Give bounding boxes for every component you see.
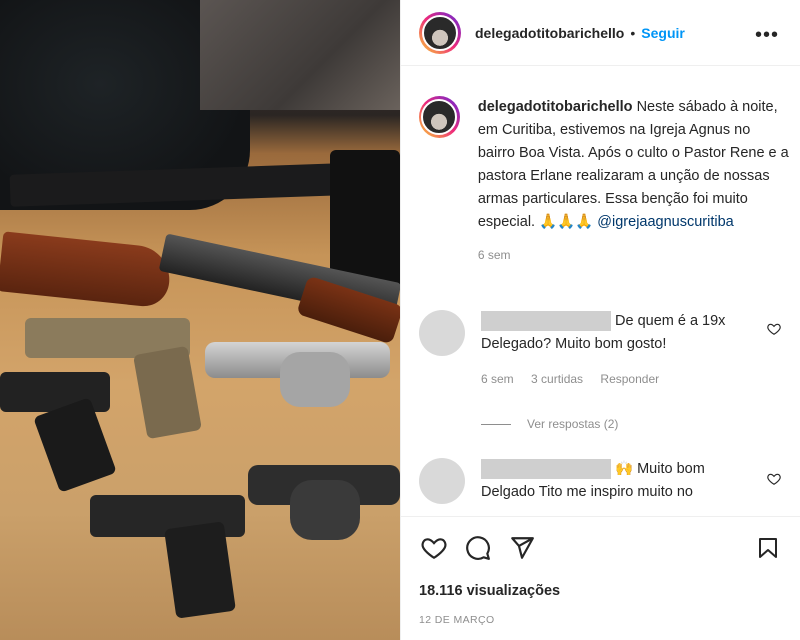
commenter-avatar[interactable]: [419, 310, 465, 356]
heart-icon: [421, 538, 447, 560]
caption-username[interactable]: delegadotitobarichello: [478, 99, 633, 115]
separator-dot: •: [630, 24, 636, 41]
like-button[interactable]: [419, 533, 449, 563]
comment-meta: 6 sem 3 curtidas Responder: [481, 368, 751, 391]
view-replies-label: Ver respostas (2): [527, 417, 619, 431]
redacted-username: [481, 459, 611, 480]
commenter-avatar[interactable]: [419, 458, 465, 504]
comment-item: 🙌 Muito bom Delgado Tito me inspiro muit…: [419, 458, 789, 504]
share-icon: [511, 537, 534, 559]
redacted-username: [481, 311, 611, 332]
reply-button[interactable]: Responder: [600, 372, 659, 386]
post-date: 12 DE MARÇO: [419, 614, 495, 626]
comment-body: De quem é a 19x Delegado? Muito bom gost…: [481, 310, 751, 436]
caption-mention[interactable]: @igrejaagnuscuritiba: [597, 214, 733, 230]
action-icons: [419, 533, 537, 563]
action-bar: 18.116 visualizações 12 DE MARÇO: [401, 516, 800, 640]
replies-line: [481, 424, 511, 425]
pistol-black-bottom-grip: [164, 521, 236, 619]
post-header: delegadotitobarichello • Seguir •••: [401, 0, 800, 66]
revolver-black-cylinder: [290, 480, 360, 540]
comments-scroll-area[interactable]: delegadotitobarichello Neste sábado à no…: [401, 66, 800, 516]
comment-time: 6 sem: [481, 372, 514, 386]
comment-body: 🙌 Muito bom Delgado Tito me inspiro muit…: [481, 458, 751, 504]
caption-avatar[interactable]: [419, 96, 460, 138]
view-count[interactable]: 18.116 visualizações: [419, 583, 560, 599]
rifle-magazine: [330, 150, 400, 290]
post-media[interactable]: [0, 0, 400, 640]
heart-icon[interactable]: [767, 322, 781, 336]
heart-icon[interactable]: [767, 472, 781, 486]
comment-item: De quem é a 19x Delegado? Muito bom gost…: [419, 310, 789, 436]
caption-text-block: delegadotitobarichello Neste sábado à no…: [478, 96, 789, 267]
save-button[interactable]: [753, 533, 783, 563]
table-surface: [200, 0, 400, 110]
profile-avatar[interactable]: [419, 11, 461, 54]
follow-button[interactable]: Seguir: [641, 25, 685, 41]
caption-text: Neste sábado à noite, em Curitiba, estiv…: [477, 99, 789, 230]
share-button[interactable]: [507, 533, 537, 563]
more-options-icon[interactable]: •••: [755, 24, 779, 47]
comment-likes[interactable]: 3 curtidas: [531, 372, 583, 386]
pistol-tan-grip: [133, 345, 202, 440]
shotgun-stock: [0, 231, 173, 309]
bookmark-icon: [759, 538, 777, 558]
caption-timestamp: 6 sem: [477, 248, 511, 262]
comment-button[interactable]: [463, 533, 493, 563]
post-caption: delegadotitobarichello Neste sábado à no…: [419, 96, 789, 267]
avatar-image: [421, 99, 458, 135]
username-link[interactable]: delegadotitobarichello: [475, 25, 624, 41]
post-panel: delegadotitobarichello • Seguir ••• dele…: [400, 0, 800, 640]
comment-icon: [466, 536, 490, 560]
pistol-black-left: [0, 372, 110, 412]
view-replies[interactable]: Ver respostas (2): [481, 413, 751, 436]
avatar-image: [422, 14, 458, 51]
revolver-silver-cylinder: [280, 352, 350, 407]
